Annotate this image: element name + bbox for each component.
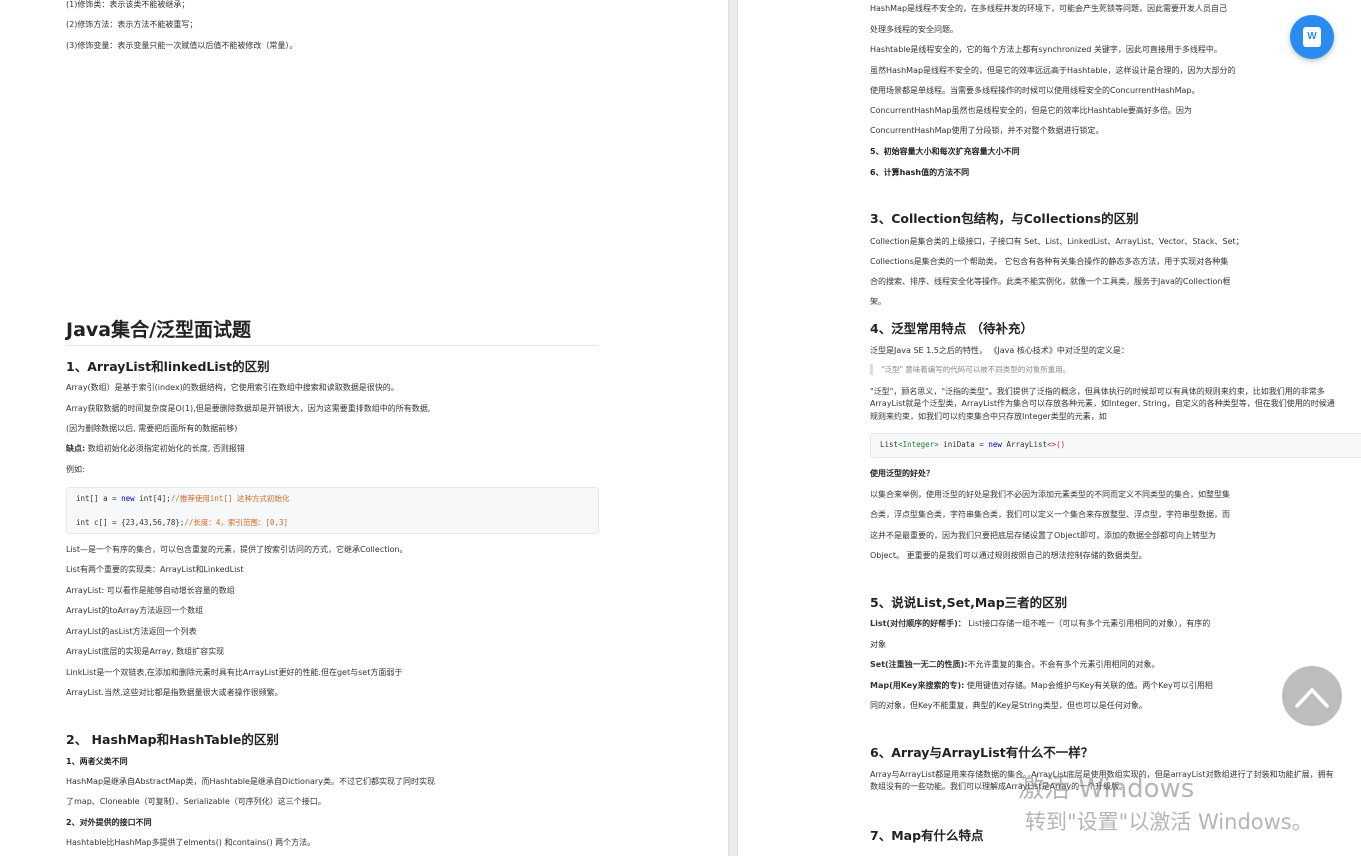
text-line: 虽然HashMap是线程不安全的，但是它的效率远远高于Hashtable，这样设…	[870, 66, 1236, 75]
wps-badge-letter: W	[1307, 31, 1317, 42]
code-line: int c[] = {23,43,56,78};//长度：4，索引范围：[0,3…	[76, 517, 288, 528]
text-line: ArrayList: 可以看作是能够自动增长容量的数组	[66, 586, 235, 595]
text-line: Array(数组）是基于索引(index)的数据结构，它使用索引在数组中搜索和读…	[66, 383, 399, 392]
code-block: int[] a = new int[4];//推荐使用int[] 这种方式初始化…	[66, 487, 599, 534]
bold-label: Set(注重独一无二的性质):	[870, 660, 968, 669]
text-line: ConcurrentHashMap虽然也是线程安全的，但是它的效率比Hashta…	[870, 106, 1192, 115]
page-divider	[728, 0, 738, 856]
text-line: (3)修饰变量：表示变量只能一次赋值以后值不能被修改（常量）。	[66, 41, 298, 50]
text-line: List(对付顺序的好帮手)： List接口存储一组不唯一（可以有多个元素引用相…	[870, 618, 1210, 629]
text-line: Collection是集合类的上级接口，子接口有 Set、List、Linked…	[870, 237, 1244, 246]
text-line: Array获取数据的时间复杂度是O(1),但是要删除数据却是开销很大，因为这需要…	[66, 404, 431, 413]
activation-watermark-subtitle: 转到"设置"以激活 Windows。	[1025, 810, 1313, 834]
code-token: ArrayList	[1001, 440, 1048, 449]
document-page-right: HashMap是线程不安全的，在多线程并发的环境下，可能会产生死锁等问题，因此需…	[738, 0, 1361, 856]
text-line: HashMap是继承自AbstractMap类，而Hashtable是继承自Di…	[66, 777, 435, 786]
section-title: Java集合/泛型面试题	[66, 319, 252, 341]
text-line: "泛型"，顾名思义，"泛指的类型"。我们提供了泛指的概念，但具体执行的时候却可以…	[870, 387, 1325, 396]
text-line: ArrayList的asList方法返回一个列表	[66, 627, 197, 636]
question-title: 6、Array与ArrayList有什么不一样？	[870, 745, 1094, 760]
inline-text: 数组初始化必须指定初始化的长度, 否则报错	[85, 444, 245, 453]
code-token: iniData =	[938, 440, 989, 449]
text-line: ArrayList就是个泛型类，ArrayList作为集合可以存放各种元素，如I…	[870, 399, 1335, 408]
code-comment: //推荐使用int[] 这种方式初始化	[170, 494, 290, 503]
text-line: Object。 更重要的是我们可以通过规则按照自己的想法控制存储的数据类型。	[870, 551, 1147, 560]
code-line: List<Integer> iniData = new ArrayList<>(…	[880, 440, 1065, 449]
text-line: (因为删除数据以后, 需要把后面所有的数据前移)	[66, 424, 238, 433]
question-title: 3、Collection包结构，与Collections的区别	[870, 211, 1139, 226]
code-token: int[4];	[134, 494, 171, 503]
text-line: ArrayList.当然,这些对比都是指数据量很大或者操作很频繁。	[66, 688, 283, 697]
question-title: 2、 HashMap和HashTable的区别	[66, 732, 279, 747]
text-line: 规则来约束，如我们可以约束集合中只存放Integer类型的元素，如	[870, 412, 1107, 421]
question-title: 1、ArrayList和linkedList的区别	[66, 359, 270, 374]
code-keyword: new	[121, 494, 135, 503]
bold-label: Map(用Key来搜索的专):	[870, 681, 965, 690]
text-line: Hashtable是线程安全的，它的每个方法上都有synchronized 关键…	[870, 45, 1222, 54]
text-line: Hashtable比HashMap多提供了elments() 和contains…	[66, 838, 316, 847]
text-line: ConcurrentHashMap使用了分段锁，并不对整个数据进行锁定。	[870, 126, 1104, 135]
code-token: List	[880, 440, 899, 449]
blockquote: "泛型" 意味着编写的代码可以被不同类型的对象所重用。	[870, 364, 1070, 375]
question-title: 5、说说List,Set,Map三者的区别	[870, 595, 1068, 610]
text-line: 这并不是最重要的，因为我们只要把底层存储设置了Object即可，添加的数据全部都…	[870, 531, 1217, 540]
inline-text: List接口存储一组不唯一（可以有多个元素引用相同的对象），有序的	[965, 619, 1211, 628]
code-type: <Integer>	[898, 440, 939, 449]
text-line: List—是一个有序的集合，可以包含重复的元素，提供了按索引访问的方式，它继承C…	[66, 545, 408, 554]
bold-label: List(对付顺序的好帮手)：	[870, 619, 966, 628]
text-line: 泛型是Java SE 1.5之后的特性， 《Java 核心技术》中对泛型的定义是…	[870, 346, 1129, 355]
text-line: List有两个重要的实现类：ArrayList和LinkedList	[66, 565, 244, 574]
subheading: 使用泛型的好处？	[870, 469, 934, 478]
code-token: int[] a =	[76, 494, 122, 503]
subheading: 1、两者父类不同	[66, 757, 128, 766]
document-page-left: (1)修饰类：表示该类不能被继承； (2)修饰方法：表示方法不能被重写； (3)…	[0, 0, 728, 856]
code-token: int c[] = {23,43,56,78};	[76, 518, 185, 527]
text-line: 缺点: 数组初始化必须指定初始化的长度, 否则报错	[66, 443, 245, 454]
text-line: LinkList是一个双链表,在添加和删除元素时具有比ArrayList更好的性…	[66, 668, 403, 677]
text-line: 对象	[870, 640, 886, 649]
inline-text: 使用键值对存储。Map会维护与Key有关联的值。两个Key可以引用相	[964, 681, 1213, 690]
code-keyword: new	[988, 440, 1002, 449]
text-line: 合的搜索、排序、线程安全化等操作。此类不能实例化，就像一个工具类，服务于Java…	[870, 277, 1231, 286]
text-line: 处理多线程的安全问题。	[870, 25, 958, 34]
chevron-up-icon	[1295, 688, 1329, 708]
text-line: 了map、Cloneable（可复制）、Serializable（可序列化）这三…	[66, 797, 326, 806]
text-line: HashMap是线程不安全的，在多线程并发的环境下，可能会产生死锁等问题，因此需…	[870, 4, 1228, 13]
text-line: 架。	[870, 297, 886, 306]
question-title: 7、Map有什么特点	[870, 828, 984, 843]
code-block: List<Integer> iniData = new ArrayList<>(…	[870, 433, 1361, 458]
bold-label: 缺点:	[66, 444, 86, 453]
text-line: Collections是集合类的一个帮助类， 它包含有各种有关集合操作的静态多态…	[870, 257, 1229, 266]
code-line: int[] a = new int[4];//推荐使用int[] 这种方式初始化	[76, 493, 289, 504]
wps-document-button[interactable]: W	[1290, 15, 1334, 59]
text-line: (1)修饰类：表示该类不能被继承；	[66, 0, 190, 9]
text-line: ArrayList的toArray方法返回一个数组	[66, 606, 204, 615]
scroll-to-top-button[interactable]	[1282, 666, 1342, 726]
text-line: Map(用Key来搜索的专): 使用键值对存储。Map会维护与Key有关联的值。…	[870, 680, 1213, 691]
text-line: 同的对象，但Key不能重复，典型的Key是String类型，但也可以是任何对象。	[870, 701, 1147, 710]
code-comment: //长度：4，索引范围：[0,3]	[184, 518, 288, 527]
subheading: 2、对外提供的接口不同	[66, 818, 152, 827]
text-line: 以集合来举例，使用泛型的好处是我们不必因为添加元素类型的不同而定义不同类型的集合…	[870, 490, 1230, 499]
question-title: 4、泛型常用特点 （待补充）	[870, 321, 1034, 336]
activation-watermark-title: 激活 Windows	[1018, 774, 1195, 804]
text-line: 使用场景都是单线程。当需要多线程操作的时候可以使用线程安全的Concurrent…	[870, 86, 1200, 95]
document-icon: W	[1303, 27, 1321, 47]
code-token: <>()	[1047, 440, 1066, 449]
inline-text: 不允许重复的集合。不会有多个元素引用相同的对象。	[967, 660, 1160, 669]
text-line: ArrayList底层的实现是Array, 数组扩容实现	[66, 647, 225, 656]
subheading: 5、初始容量大小和每次扩充容量大小不同	[870, 147, 1020, 156]
subheading: 6、计算hash值的方法不同	[870, 168, 970, 177]
title-rule	[66, 345, 598, 346]
text-line: (2)修饰方法：表示方法不能被重写；	[66, 20, 198, 29]
text-line: Set(注重独一无二的性质):不允许重复的集合。不会有多个元素引用相同的对象。	[870, 659, 1160, 670]
text-line: 例如:	[66, 465, 85, 474]
text-line: 合类，浮点型集合类，字符串集合类，我们可以定义一个集合来存放整型、浮点型，字符串…	[870, 510, 1230, 519]
